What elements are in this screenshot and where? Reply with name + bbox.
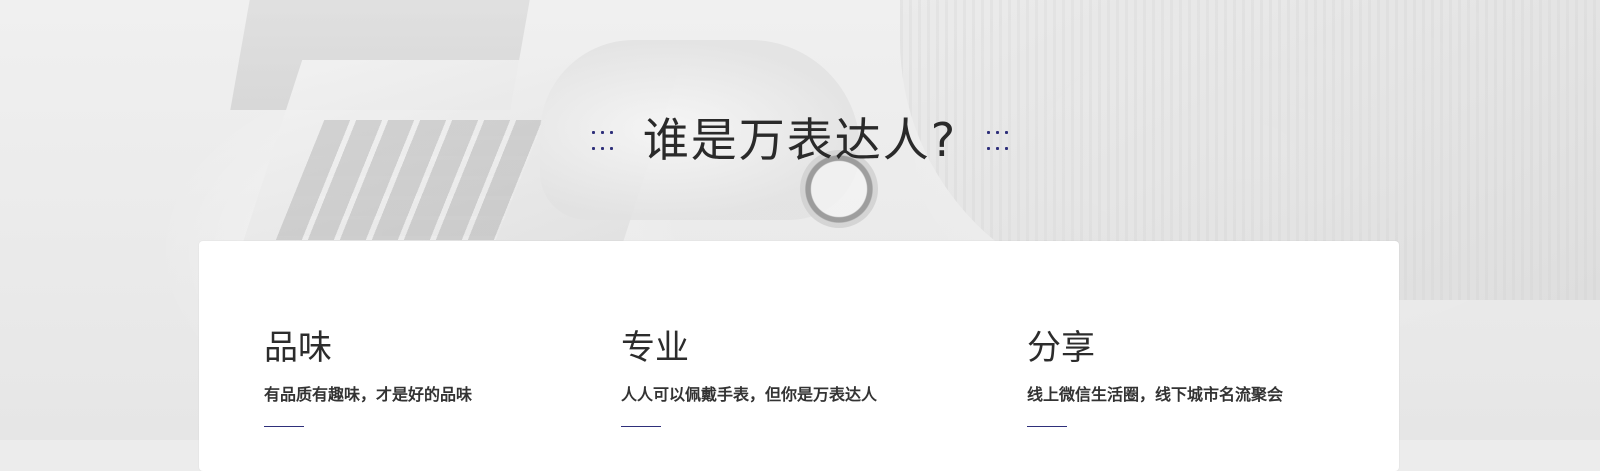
feature-divider (264, 426, 304, 427)
feature-description: 有品质有趣味，才是好的品味 (264, 385, 473, 404)
section-title: 谁是万表达人? (642, 113, 958, 167)
feature-professional: 专业 人人可以佩戴手表，但你是万表达人 (621, 331, 877, 427)
feature-description: 线上微信生活圈，线下城市名流聚会 (1027, 385, 1284, 404)
feature-divider (1027, 426, 1067, 427)
feature-taste: 品味 有品质有趣味，才是好的品味 (264, 331, 472, 427)
feature-share: 分享 线上微信生活圈，线下城市名流聚会 (1027, 331, 1283, 427)
feature-title: 品味 (264, 328, 332, 368)
dots-left-icon (591, 130, 613, 150)
feature-title: 专业 (621, 328, 689, 368)
features-card: 品味 有品质有趣味，才是好的品味 专业 人人可以佩戴手表，但你是万表达人 分享 … (199, 241, 1399, 471)
feature-title: 分享 (1027, 328, 1095, 368)
feature-description: 人人可以佩戴手表，但你是万表达人 (621, 385, 878, 404)
dots-right-icon (987, 130, 1009, 150)
feature-divider (621, 426, 661, 427)
section-title-row: 谁是万表达人? (0, 100, 1600, 180)
